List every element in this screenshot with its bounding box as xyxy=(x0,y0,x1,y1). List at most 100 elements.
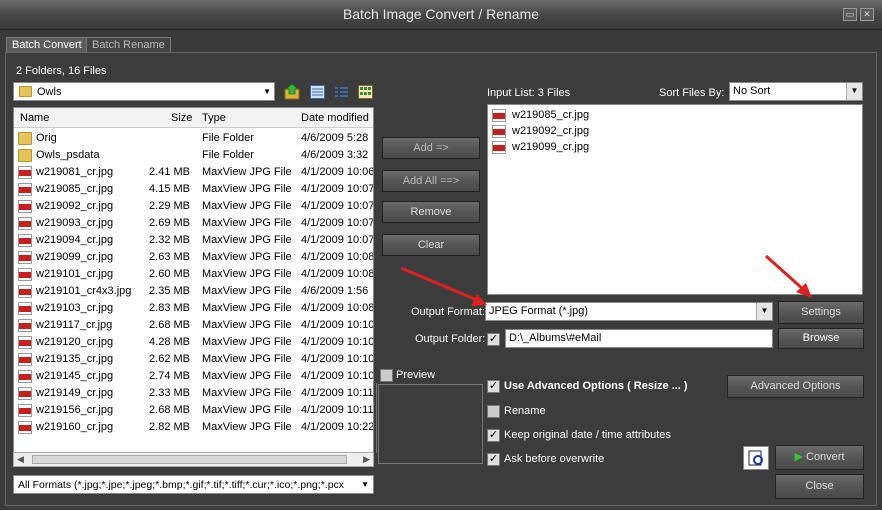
file-row[interactable]: Orig File Folder 4/6/2009 5:28 xyxy=(14,130,373,147)
rename-checkbox[interactable] xyxy=(487,405,500,418)
file-row[interactable]: w219160_cr.jpg 2.82 MB MaxView JPG File 4/1… xyxy=(14,419,373,436)
scroll-right-icon[interactable]: ▶ xyxy=(363,454,370,465)
file-type: MaxView JPG File xyxy=(202,302,292,314)
file-list-scrollbar[interactable]: ◀ ▶ xyxy=(13,452,374,467)
file-row[interactable]: w219149_cr.jpg 2.33 MB MaxView JPG File 4/1… xyxy=(14,385,373,402)
column-date[interactable]: Date modified xyxy=(301,112,369,124)
file-row[interactable]: Owls_psdata File Folder 4/6/2009 3:32 xyxy=(14,147,373,164)
output-folder-input[interactable]: D:\_Albums\#eMail xyxy=(505,329,773,348)
file-name: Owls_psdata xyxy=(36,149,100,161)
close-window-button[interactable]: ✕ xyxy=(860,8,874,21)
file-size: 2.60 MB xyxy=(149,268,190,280)
file-row[interactable]: w219156_cr.jpg 2.68 MB MaxView JPG File 4/1… xyxy=(14,402,373,419)
convert-button[interactable]: ▶ Convert xyxy=(775,445,864,470)
file-date: 4/6/2009 3:32 xyxy=(301,149,369,161)
column-name[interactable]: Name xyxy=(20,112,49,124)
file-type: MaxView JPG File xyxy=(202,251,292,263)
preview-icon xyxy=(748,450,763,466)
tab-batch-convert[interactable]: Batch Convert xyxy=(6,37,88,53)
preview-box xyxy=(378,384,483,464)
browse-button[interactable]: Browse xyxy=(778,328,864,349)
file-row[interactable]: w219135_cr.jpg 2.62 MB MaxView JPG File 4/1… xyxy=(14,351,373,368)
file-type: MaxView JPG File xyxy=(202,319,292,331)
output-folder-checkbox[interactable]: ✓ xyxy=(487,333,500,346)
file-row[interactable]: w219092_cr.jpg 2.29 MB MaxView JPG File 4/1… xyxy=(14,198,373,215)
file-name: Orig xyxy=(36,132,57,144)
file-date: 4/1/2009 10:10 xyxy=(301,353,374,365)
sort-dropdown[interactable]: No Sort ▼ xyxy=(729,82,863,101)
file-type: MaxView JPG File xyxy=(202,183,292,195)
file-type: File Folder xyxy=(202,132,254,144)
column-size[interactable]: Size xyxy=(171,112,192,124)
jpg-file-icon xyxy=(492,125,506,138)
file-row[interactable]: w219094_cr.jpg 2.32 MB MaxView JPG File 4/1… xyxy=(14,232,373,249)
input-list-count: 3 Files xyxy=(537,87,571,99)
sort-value: No Sort xyxy=(733,85,771,97)
input-list-item[interactable]: w219092_cr.jpg xyxy=(488,124,862,140)
output-format-dropdown[interactable]: JPEG Format (*.jpg) ▼ xyxy=(485,302,773,321)
remove-button[interactable]: Remove xyxy=(382,201,480,223)
view-details-icon[interactable] xyxy=(310,85,325,99)
jpg-file-icon xyxy=(18,404,32,417)
file-row[interactable]: w219101_cr.jpg 2.60 MB MaxView JPG File 4/1… xyxy=(14,266,373,283)
file-name: w219117_cr.jpg xyxy=(36,319,113,331)
output-format-value: JPEG Format (*.jpg) xyxy=(489,305,589,317)
file-date: 4/1/2009 10:07 xyxy=(301,183,374,195)
folder-icon xyxy=(18,149,32,162)
input-file-name: w219092_cr.jpg xyxy=(512,125,590,137)
file-name: w219092_cr.jpg xyxy=(36,200,114,212)
jpg-file-icon xyxy=(18,336,32,349)
file-row[interactable]: w219101_cr4x3.jpg 2.35 MB MaxView JPG File… xyxy=(14,283,373,300)
jpg-file-icon xyxy=(18,217,32,230)
file-list-header: Name Size Type Date modified xyxy=(14,108,373,128)
jpg-file-icon xyxy=(18,268,32,281)
jpg-file-icon xyxy=(492,141,506,154)
close-button[interactable]: Close xyxy=(775,474,864,499)
view-thumbnails-icon[interactable] xyxy=(358,85,373,99)
tab-batch-rename[interactable]: Batch Rename xyxy=(86,37,171,53)
file-row[interactable]: w219099_cr.jpg 2.63 MB MaxView JPG File 4/1… xyxy=(14,249,373,266)
file-list[interactable]: Name Size Type Date modified Orig File Fo… xyxy=(13,107,374,466)
file-date: 4/1/2009 10:06 xyxy=(301,166,374,178)
jpg-file-icon xyxy=(18,251,32,264)
advanced-options-button[interactable]: Advanced Options xyxy=(727,375,864,398)
input-list-item[interactable]: w219099_cr.jpg xyxy=(488,140,862,156)
preview-checkbox[interactable] xyxy=(380,369,393,382)
jpg-file-icon xyxy=(18,285,32,298)
file-size: 2.29 MB xyxy=(149,200,190,212)
view-list-icon[interactable] xyxy=(334,85,349,99)
file-row[interactable]: w219085_cr.jpg 4.15 MB MaxView JPG File 4/1… xyxy=(14,181,373,198)
folder-dropdown[interactable]: Owls ▼ xyxy=(13,82,275,101)
clear-button[interactable]: Clear xyxy=(382,234,480,256)
file-date: 4/1/2009 10:07 xyxy=(301,200,374,212)
scroll-thumb[interactable] xyxy=(32,455,347,464)
scroll-left-icon[interactable]: ◀ xyxy=(17,454,24,465)
ask-overwrite-checkbox[interactable]: ✓ xyxy=(487,453,500,466)
file-date: 4/6/2009 1:56 xyxy=(301,285,369,297)
folder-up-icon[interactable] xyxy=(284,83,302,100)
file-row[interactable]: w219093_cr.jpg 2.69 MB MaxView JPG File 4/1… xyxy=(14,215,373,232)
restore-window-button[interactable]: ▭ xyxy=(843,8,857,21)
file-row[interactable]: w219103_cr.jpg 2.83 MB MaxView JPG File 4/1… xyxy=(14,300,373,317)
file-name: w219093_cr.jpg xyxy=(36,217,114,229)
format-filter-dropdown[interactable]: All Formats (*.jpg;*.jpe;*.jpeg;*.bmp;*.… xyxy=(13,475,374,494)
preview-button[interactable] xyxy=(743,446,769,470)
file-name: w219156_cr.jpg xyxy=(36,404,114,416)
jpg-file-icon xyxy=(18,302,32,315)
window-title: Batch Image Convert / Rename xyxy=(342,6,540,22)
add-button[interactable]: Add => xyxy=(382,137,480,159)
keep-date-checkbox[interactable]: ✓ xyxy=(487,429,500,442)
file-date: 4/1/2009 10:22 xyxy=(301,421,374,433)
advanced-options-checkbox[interactable]: ✓ xyxy=(487,380,500,393)
add-all-button[interactable]: Add All ==> xyxy=(382,170,480,192)
file-type: MaxView JPG File xyxy=(202,200,292,212)
file-row[interactable]: w219145_cr.jpg 2.74 MB MaxView JPG File 4/1… xyxy=(14,368,373,385)
file-row[interactable]: w219120_cr.jpg 4.28 MB MaxView JPG File 4/1… xyxy=(14,334,373,351)
file-date: 4/1/2009 10:07 xyxy=(301,234,374,246)
column-type[interactable]: Type xyxy=(202,112,226,124)
file-size: 2.32 MB xyxy=(149,234,190,246)
file-row[interactable]: w219081_cr.jpg 2.41 MB MaxView JPG File 4/1… xyxy=(14,164,373,181)
file-date: 4/1/2009 10:11 xyxy=(301,387,374,399)
file-row[interactable]: w219117_cr.jpg 2.68 MB MaxView JPG File 4/1… xyxy=(14,317,373,334)
input-list-item[interactable]: w219085_cr.jpg xyxy=(488,108,862,124)
